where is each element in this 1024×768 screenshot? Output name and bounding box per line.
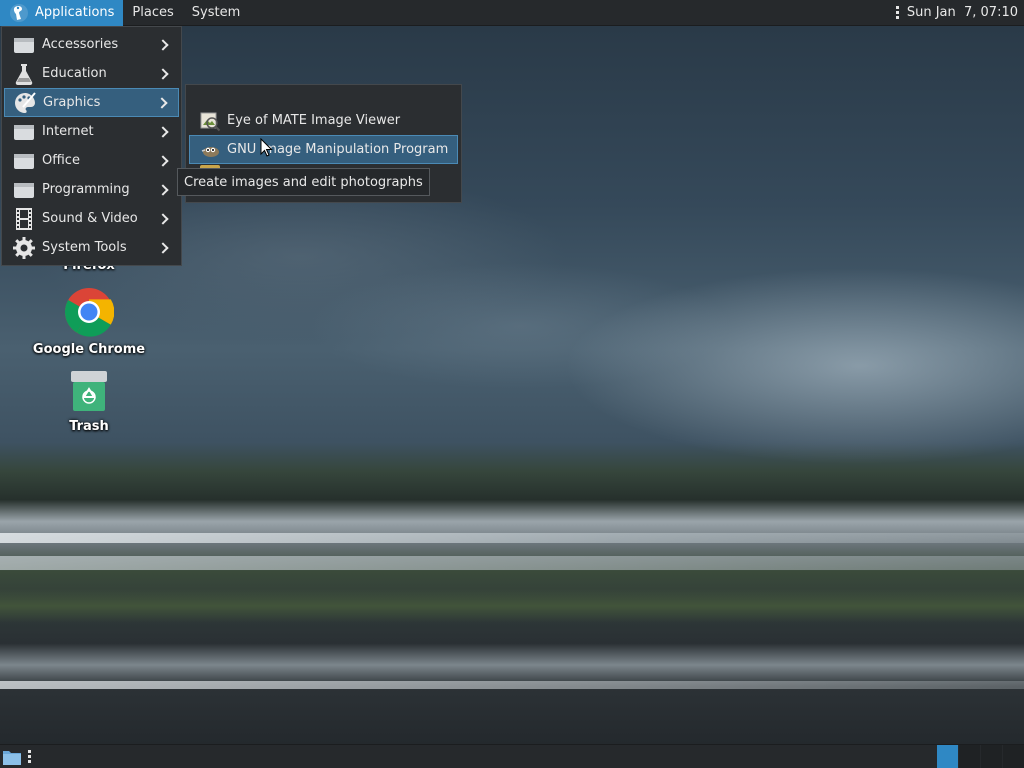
places-menu-button[interactable]: Places [123, 0, 182, 26]
top-panel: Applications Places System Sun Jan 7, 07… [0, 0, 1024, 26]
places-label: Places [132, 5, 174, 20]
workspace-2[interactable] [959, 745, 980, 768]
system-label: System [191, 5, 241, 20]
menu-item-programming[interactable]: Programming [2, 175, 181, 204]
chevron-right-icon [157, 183, 169, 196]
grass-band [0, 589, 1024, 623]
desktop-icon-trash[interactable]: Trash [29, 369, 149, 434]
panel-handle-icon[interactable] [895, 6, 899, 19]
gear-icon [13, 236, 35, 259]
menu-item-education[interactable]: Education [2, 59, 181, 88]
workspace-3[interactable] [981, 745, 1002, 768]
menu-item-accessories[interactable]: Accessories [2, 30, 181, 59]
chevron-right-icon [157, 154, 169, 167]
internet-icon [14, 124, 34, 140]
menu-item-sound-video[interactable]: Sound & Video [2, 204, 181, 233]
menu-item-label: Sound & Video [42, 211, 138, 226]
menu-item-internet[interactable]: Internet [2, 117, 181, 146]
graphics-icon [15, 91, 36, 113]
menu-item-label: Office [42, 153, 80, 168]
menu-item-system-tools[interactable]: System Tools [2, 233, 181, 262]
submenu-item-eye-of-mate[interactable]: Eye of MATE Image Viewer [189, 106, 458, 135]
mate-logo-icon [10, 3, 28, 22]
desktop-icon-chrome[interactable]: Google Chrome [29, 287, 149, 357]
tooltip: Create images and edit photographs [177, 168, 430, 196]
mouse-cursor-icon [260, 138, 273, 157]
menu-item-label: Internet [42, 124, 94, 139]
menu-item-graphics[interactable]: Graphics [4, 88, 179, 117]
flask-icon [15, 63, 33, 85]
bottom-panel [0, 744, 1024, 768]
workspace-4[interactable] [1003, 745, 1024, 768]
accessories-icon [14, 37, 34, 53]
menu-item-label: Accessories [42, 37, 119, 52]
film-icon [16, 207, 32, 230]
show-desktop-icon[interactable] [2, 748, 22, 766]
chevron-right-icon [157, 38, 169, 51]
applications-label: Applications [35, 5, 115, 20]
chevron-right-icon [157, 241, 169, 254]
chevron-right-icon [156, 96, 168, 109]
programming-icon [14, 182, 34, 198]
applications-menu: Accessories Education Graphics Internet … [1, 26, 182, 266]
desktop-icon-label: Trash [69, 419, 109, 434]
road-streak [0, 556, 1024, 570]
submenu-item-gimp[interactable]: GNU Image Manipulation Program [189, 135, 458, 164]
gimp-icon [201, 146, 219, 157]
workspace-1[interactable] [937, 745, 958, 768]
menu-item-label: Programming [42, 182, 130, 197]
clock-area: Sun Jan 7, 07:10 [895, 5, 1024, 20]
clock[interactable]: Sun Jan 7, 07:10 [907, 5, 1018, 20]
chrome-icon [64, 288, 114, 337]
office-icon [14, 153, 34, 169]
road-streak [0, 533, 1024, 543]
chevron-right-icon [157, 212, 169, 225]
road-streak [0, 681, 1024, 689]
menu-item-office[interactable]: Office [2, 146, 181, 175]
chevron-right-icon [157, 67, 169, 80]
chevron-right-icon [157, 125, 169, 138]
menu-item-label: Graphics [43, 95, 101, 110]
menu-item-label: Education [42, 66, 107, 81]
menu-item-label: System Tools [42, 240, 127, 255]
system-menu-button[interactable]: System [183, 0, 249, 26]
image-viewer-icon [200, 112, 221, 131]
submenu-item-label: Eye of MATE Image Viewer [227, 113, 401, 128]
panel-handle-icon[interactable] [28, 750, 31, 763]
applications-menu-button[interactable]: Applications [0, 0, 124, 26]
desktop-icon-label: Google Chrome [32, 342, 146, 357]
trash-icon [71, 371, 107, 411]
